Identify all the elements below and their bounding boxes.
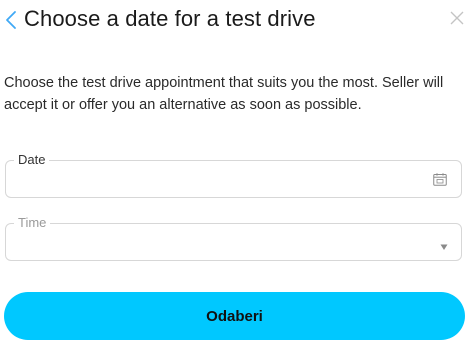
- time-field-label: Time: [14, 215, 51, 231]
- back-button[interactable]: [4, 9, 20, 31]
- date-field-label: Date: [14, 152, 50, 168]
- submit-button[interactable]: Odaberi: [4, 292, 465, 340]
- modal-header: Choose a date for a test drive: [0, 0, 476, 40]
- close-button[interactable]: [448, 9, 466, 27]
- close-icon: [450, 11, 464, 25]
- caret-down-icon: [440, 238, 448, 250]
- modal-description: Choose the test drive appointment that s…: [4, 75, 444, 113]
- time-select[interactable]: Time: [5, 215, 462, 261]
- test-drive-modal: Choose a date for a test drive Choose th…: [0, 0, 476, 352]
- date-field[interactable]: Date: [5, 152, 462, 198]
- calendar-icon[interactable]: [433, 173, 447, 186]
- modal-title: Choose a date for a test drive: [24, 6, 316, 31]
- chevron-left-icon: [6, 11, 16, 29]
